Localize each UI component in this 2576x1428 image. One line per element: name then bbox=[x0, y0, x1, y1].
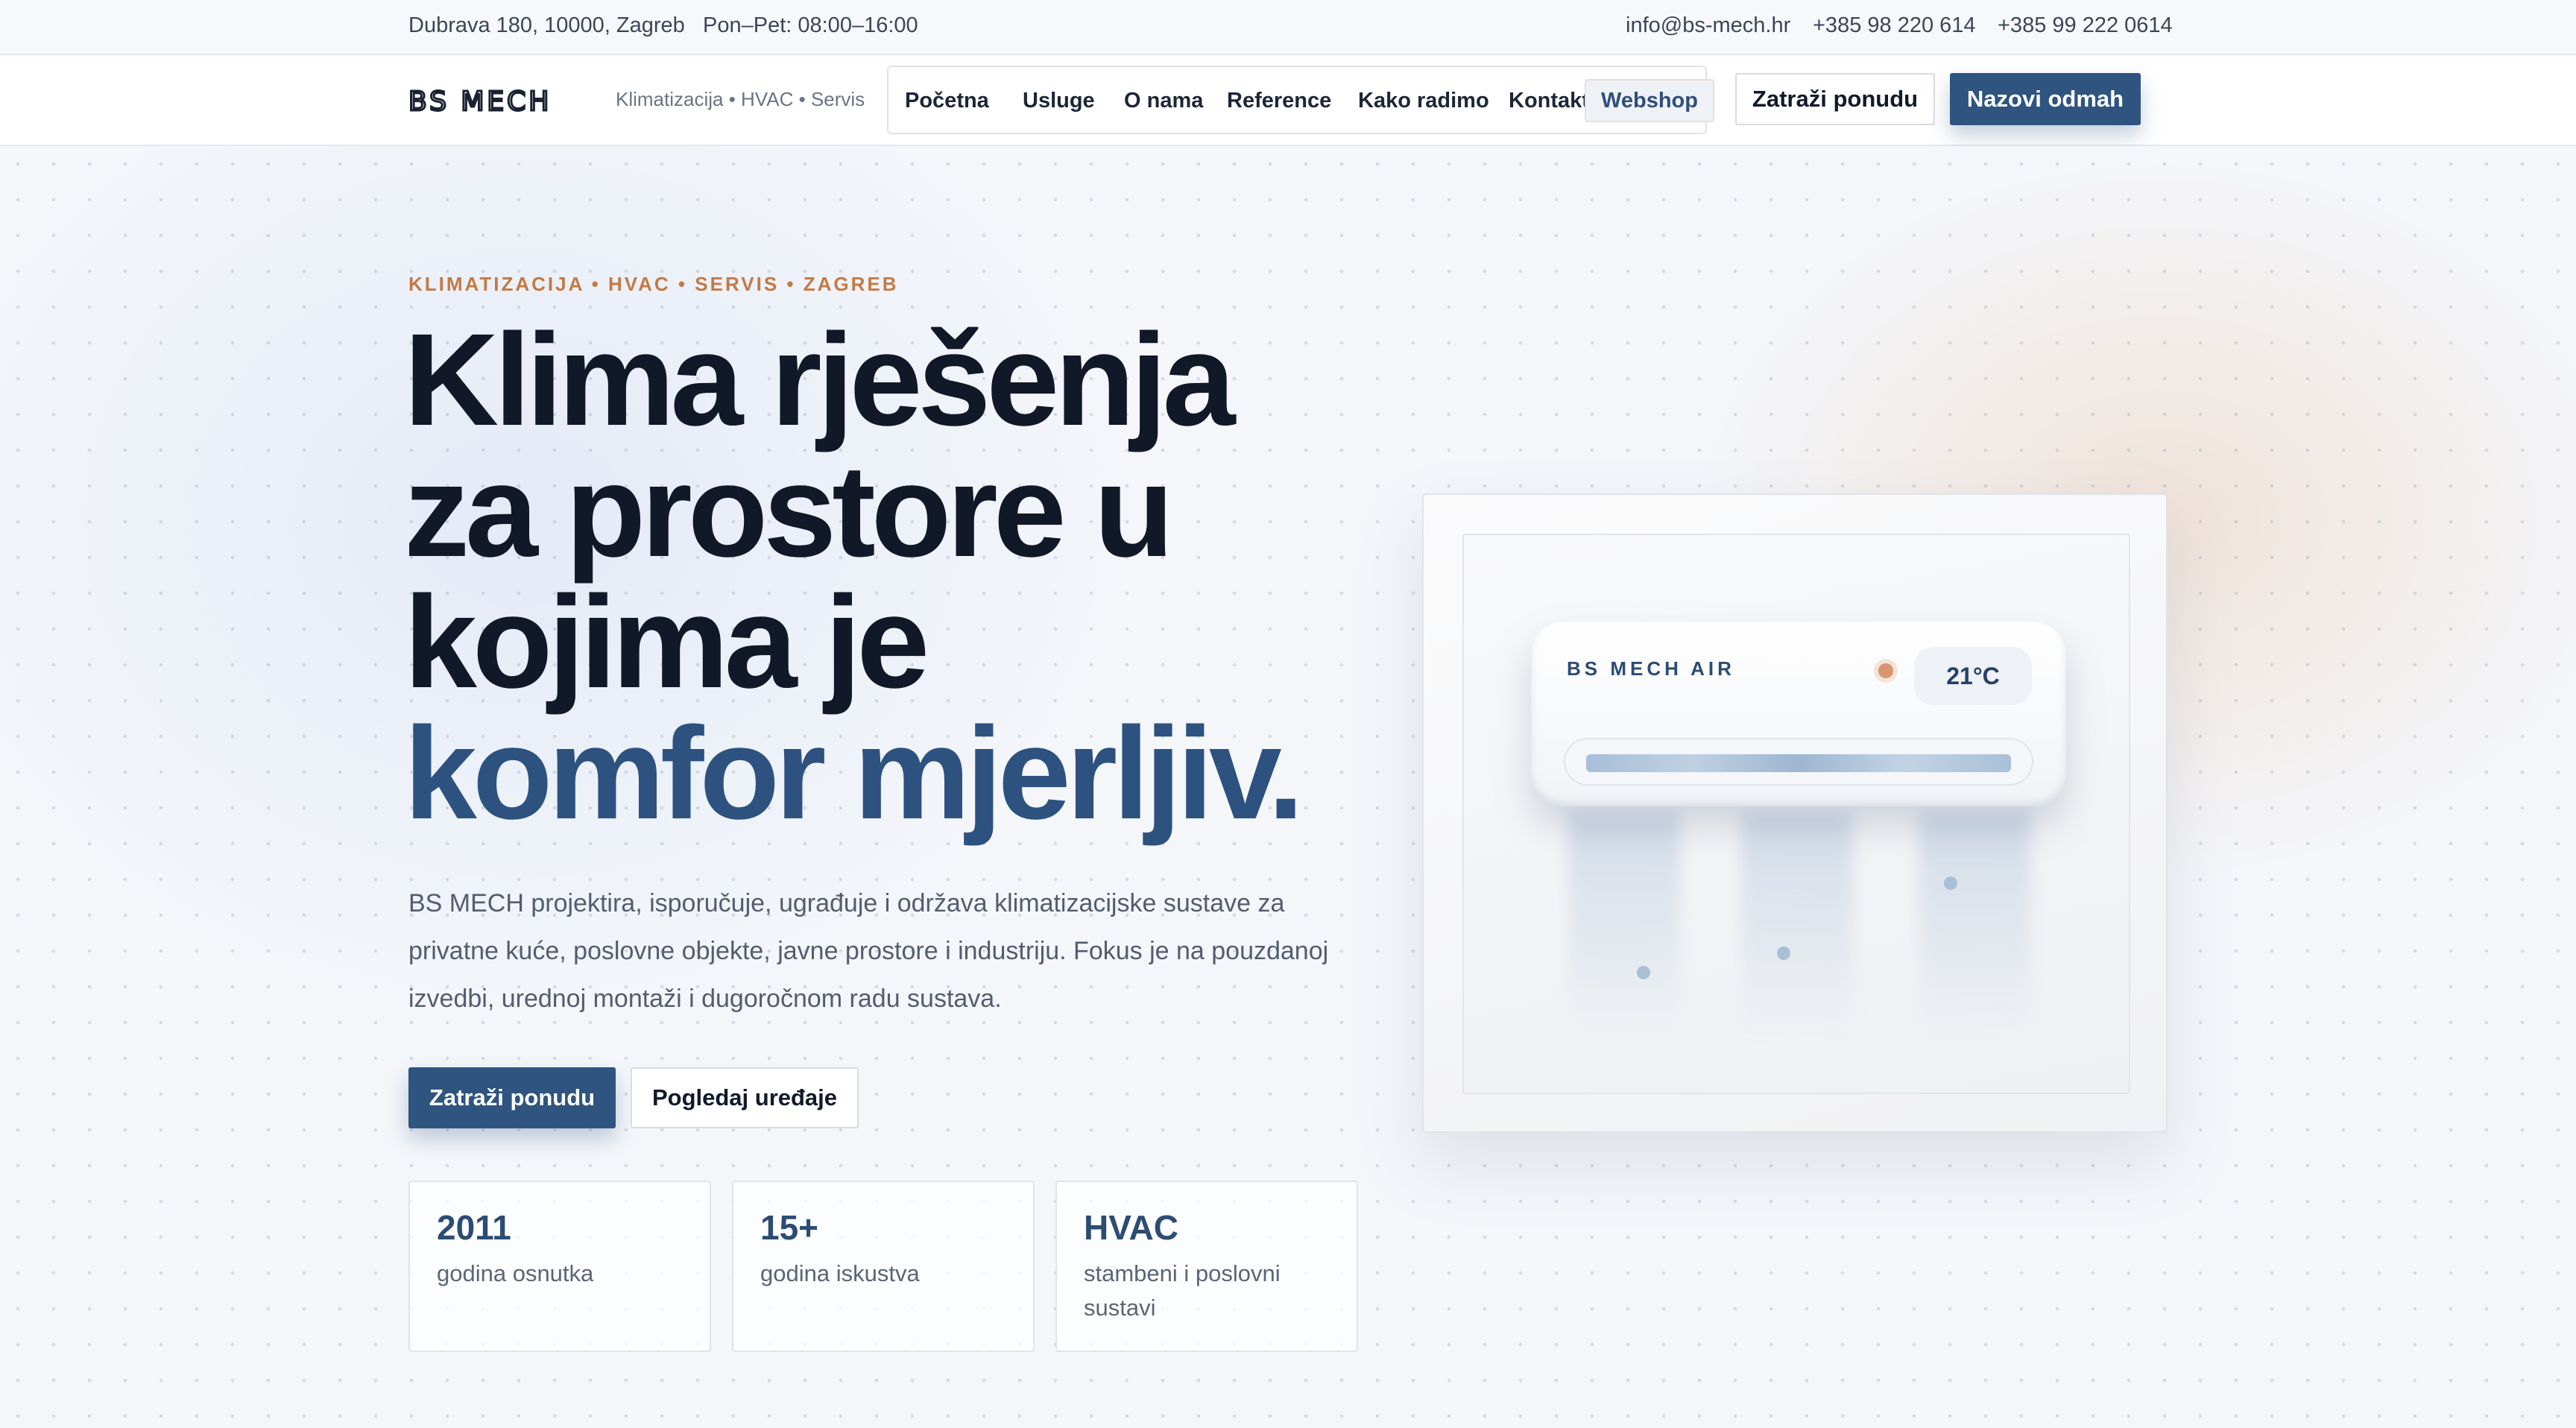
stat-value: 15+ bbox=[760, 1208, 819, 1247]
top-info-bar: Dubrava 180, 10000, Zagreb Pon–Pet: 08:0… bbox=[0, 0, 2576, 55]
stat-value: HVAC bbox=[1084, 1208, 1178, 1247]
nav-quote-button[interactable]: Zatraži ponudu bbox=[1735, 73, 1935, 125]
stat-card-founded: 2011 godina osnutka bbox=[408, 1181, 711, 1352]
nav-tagline: Klimatizacija • HVAC • Servis bbox=[616, 88, 865, 110]
bs-mech-logo[interactable]: BS MECH bbox=[408, 82, 596, 119]
nav-call-button[interactable]: Nazovi odmah bbox=[1950, 73, 2141, 125]
hero-eyebrow: KLIMATIZACIJA • HVAC • SERVIS • ZAGREB bbox=[408, 273, 899, 295]
phone-link-2[interactable]: +385 99 222 0614 bbox=[1998, 13, 2173, 38]
hero-devices-button[interactable]: Pogledaj uređaje bbox=[631, 1067, 859, 1128]
ac-brand-label: BS MECH AIR bbox=[1567, 657, 1735, 680]
headline-line-1: Klima rješenja bbox=[404, 307, 1236, 453]
headline-line-2: za prostore u bbox=[404, 438, 1174, 584]
stat-label: stambeni i poslovni sustavi bbox=[1084, 1260, 1281, 1321]
nav-links: Početna Usluge O nama Reference Kako rad… bbox=[887, 66, 1714, 134]
air-particle bbox=[1637, 966, 1650, 979]
nav-link-kako-radimo[interactable]: Kako radimo bbox=[1343, 79, 1504, 122]
stat-card-experience: 15+ godina iskustva bbox=[732, 1181, 1035, 1352]
nav-link-o-nama[interactable]: O nama bbox=[1109, 79, 1218, 122]
phone-link-1[interactable]: +385 98 220 614 bbox=[1813, 13, 1976, 38]
main-navbar: BS MECH Klimatizacija • HVAC • Servis Po… bbox=[0, 55, 2576, 146]
headline-line-3: kojima je bbox=[404, 569, 929, 715]
stat-value: 2011 bbox=[437, 1208, 511, 1247]
nav-link-reference[interactable]: Reference bbox=[1212, 79, 1346, 122]
hero-headline: Klima rješenja za prostore u kojima je k… bbox=[404, 315, 1373, 839]
ac-temperature-display: 21°C bbox=[1914, 647, 2032, 705]
hero-quote-button[interactable]: Zatraži ponudu bbox=[408, 1067, 616, 1128]
hero-section: KLIMATIZACIJA • HVAC • SERVIS • ZAGREB K… bbox=[0, 146, 2576, 1428]
air-particle bbox=[1944, 876, 1957, 890]
headline-line-4-accent: komfor mjerljiv. bbox=[404, 701, 1304, 847]
hero-description: BS MECH projektira, isporučuje, ugrađuje… bbox=[408, 889, 1329, 1013]
ac-status-led bbox=[1878, 663, 1893, 678]
nav-link-pocetna[interactable]: Početna bbox=[890, 79, 1004, 122]
airflow-effect bbox=[1568, 812, 1680, 1036]
airflow-effect bbox=[1919, 812, 2030, 1036]
hours-text: Pon–Pet: 08:00–16:00 bbox=[703, 13, 918, 37]
illustration-frame: BS MECH AIR 21°C bbox=[1462, 534, 2130, 1094]
air-conditioner-unit: BS MECH AIR 21°C bbox=[1531, 622, 2066, 806]
ac-vent bbox=[1564, 738, 2033, 786]
stat-card-hvac: HVAC stambeni i poslovni sustavi bbox=[1055, 1181, 1358, 1352]
email-link[interactable]: info@bs-mech.hr bbox=[1626, 13, 1790, 38]
airflow-effect bbox=[1741, 812, 1853, 1036]
address-text: Dubrava 180, 10000, Zagreb bbox=[408, 13, 685, 37]
stat-label: godina osnutka bbox=[437, 1260, 594, 1286]
nav-link-webshop[interactable]: Webshop bbox=[1585, 79, 1714, 122]
air-particle bbox=[1777, 947, 1790, 960]
stat-label: godina iskustva bbox=[760, 1260, 920, 1286]
svg-text:BS MECH: BS MECH bbox=[408, 86, 552, 117]
nav-link-usluge[interactable]: Usluge bbox=[1008, 79, 1110, 122]
ac-illustration-card: BS MECH AIR 21°C bbox=[1422, 493, 2168, 1133]
